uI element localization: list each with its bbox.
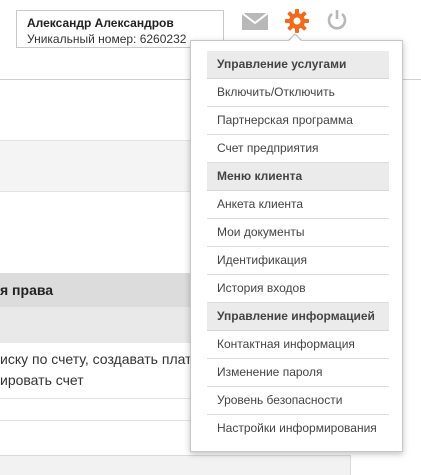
user-name: Александр Александров: [27, 16, 174, 30]
envelope-icon[interactable]: [241, 8, 269, 37]
menu-item-identification[interactable]: Идентификация: [207, 247, 389, 275]
content-divider: [0, 398, 190, 399]
menu-section-information: Управление информацией: [207, 303, 389, 331]
content-panel: [0, 141, 190, 191]
rights-description-line: иску по счету, создавать плате: [0, 351, 200, 367]
menu-item-partner-program[interactable]: Партнерская программа: [207, 107, 389, 135]
content-divider: [0, 420, 190, 421]
rights-description-line: ировать счет: [0, 372, 84, 388]
menu-section-services: Управление услугами: [207, 51, 389, 79]
rights-header-text: я права: [0, 282, 54, 298]
menu-item-security-level[interactable]: Уровень безопасности: [207, 387, 389, 415]
menu-item-my-documents[interactable]: Мои документы: [207, 219, 389, 247]
bottom-panel: [0, 455, 351, 475]
menu-item-client-profile[interactable]: Анкета клиента: [207, 191, 389, 219]
menu-item-enterprise-account[interactable]: Счет предприятия: [207, 135, 389, 163]
menu-item-login-history[interactable]: История входов: [207, 275, 389, 303]
settings-dropdown: Управление услугами Включить/Отключить П…: [190, 40, 403, 452]
menu-section-client: Меню клиента: [207, 163, 389, 191]
rights-table-header: я права: [0, 273, 190, 307]
power-icon[interactable]: [326, 8, 348, 37]
menu-item-notification-settings[interactable]: Настройки информирования: [207, 415, 389, 442]
menu-item-toggle[interactable]: Включить/Отключить: [207, 79, 389, 107]
content-divider: [0, 191, 190, 192]
dropdown-pointer-inner: [289, 35, 301, 41]
menu-item-change-password[interactable]: Изменение пароля: [207, 359, 389, 387]
menu-item-contact-info[interactable]: Контактная информация: [207, 331, 389, 359]
rights-table-subheader: [0, 307, 190, 343]
settings-menu: Управление услугами Включить/Отключить П…: [207, 51, 389, 442]
